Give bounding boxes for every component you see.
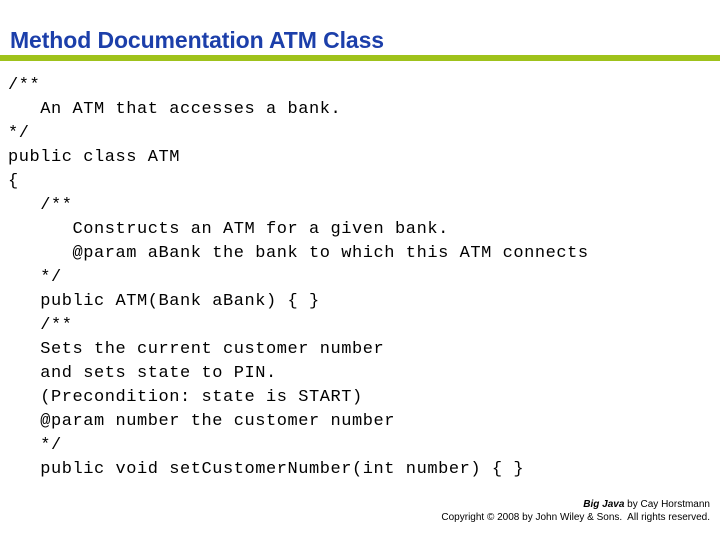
slide: Method Documentation ATM Class /** An AT… — [0, 0, 720, 540]
code-line: */ — [8, 268, 62, 287]
code-line: public ATM(Bank aBank) { } — [8, 292, 320, 311]
code-line: public void setCustomerNumber(int number… — [8, 460, 525, 479]
page-title: Method Documentation ATM Class — [10, 27, 384, 53]
code-listing: /** An ATM that accesses a bank. */ publ… — [0, 74, 720, 482]
code-line: An ATM that accesses a bank. — [8, 100, 342, 119]
code-line: Constructs an ATM for a given bank. — [8, 220, 449, 239]
code-line: @param aBank the bank to which this ATM … — [8, 244, 589, 263]
code-line: /** — [8, 196, 73, 215]
code-line: @param number the customer number — [8, 412, 396, 431]
footer-book-title: Big Java — [583, 499, 625, 510]
code-line: */ — [8, 436, 62, 455]
code-line: /** — [8, 316, 73, 335]
code-line: */ — [8, 124, 30, 143]
code-line: Sets the current customer number — [8, 340, 385, 359]
title-divider-rule — [0, 55, 720, 61]
code-line: and sets state to PIN. — [8, 364, 277, 383]
slide-footer: Big Java by Cay Horstmann Copyright © 20… — [0, 498, 720, 524]
code-line: public class ATM — [8, 148, 181, 167]
code-line: { — [8, 172, 19, 191]
footer-attribution-line: Big Java by Cay Horstmann — [0, 498, 710, 511]
footer-copyright-line: Copyright © 2008 by John Wiley & Sons. A… — [441, 512, 710, 523]
code-line: /** — [8, 76, 41, 95]
footer-byline: by Cay Horstmann — [624, 499, 710, 510]
code-line: (Precondition: state is START) — [8, 388, 363, 407]
